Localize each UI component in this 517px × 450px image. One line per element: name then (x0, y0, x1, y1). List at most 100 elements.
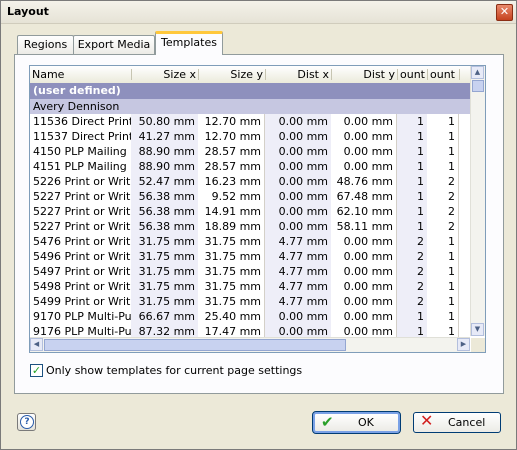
table-row[interactable]: 5226 Print or Write F52.47 mm16.23 mm0.0… (30, 174, 470, 189)
cell-name: 5498 Print or Write C (33, 280, 131, 293)
cell-count-y: 1 (427, 144, 459, 159)
list-header: Name Size x Size y Dist x Dist y ount ou… (30, 66, 470, 84)
cell-count-y: 1 (427, 249, 459, 264)
cell-dist-x: 0.00 mm (265, 144, 331, 159)
list-rows: (user defined) Avery Dennison 11536 Dire… (30, 83, 470, 339)
cell-dist-x: 4.77 mm (265, 234, 331, 249)
cell-count-y: 1 (427, 159, 459, 174)
ok-button[interactable]: ✔ OK (312, 411, 401, 434)
only-current-settings-label[interactable]: Only show templates for current page set… (46, 364, 302, 377)
cell-size-x: 56.38 mm (131, 219, 198, 234)
table-row[interactable]: 5227 Print or Write T56.38 mm18.89 mm0.0… (30, 219, 470, 234)
table-row[interactable]: 5227 Print or Write T56.38 mm9.52 mm0.00… (30, 189, 470, 204)
cell-name: 5496 Print or Write C (33, 250, 131, 263)
column-header-dist-x[interactable]: Dist x (266, 66, 331, 83)
cell-dist-y: 0.00 mm (331, 309, 397, 324)
table-row[interactable]: 5496 Print or Write C31.75 mm31.75 mm4.7… (30, 249, 470, 264)
cell-dist-x: 0.00 mm (265, 309, 331, 324)
check-icon: ✔ (321, 413, 334, 431)
table-row[interactable]: 5499 Print or Write C31.75 mm31.75 mm4.7… (30, 294, 470, 309)
column-header-size-y[interactable]: Size y (199, 66, 265, 83)
help-button[interactable]: ? (17, 413, 36, 431)
close-button[interactable]: ✕ (496, 4, 513, 21)
cell-name: 11537 Direct Print Co (33, 130, 131, 143)
cell-count-x: 1 (397, 204, 427, 219)
cell-count-y: 2 (427, 219, 459, 234)
cell-dist-x: 0.00 mm (265, 174, 331, 189)
group-row-user-defined[interactable]: (user defined) (30, 83, 470, 99)
column-header-size-x[interactable]: Size x (132, 66, 198, 83)
only-current-settings-checkbox[interactable]: ✓ (30, 364, 43, 377)
cell-size-y: 25.40 mm (198, 309, 265, 324)
column-header-count-x[interactable]: ount (398, 66, 428, 83)
tab-label: Templates (161, 36, 217, 49)
column-header-name[interactable]: Name (30, 66, 128, 83)
horizontal-scroll-thumb[interactable] (44, 339, 346, 351)
cell-count-x: 1 (397, 114, 427, 129)
cancel-label: Cancel (448, 416, 486, 429)
scroll-right-button[interactable]: ▶ (457, 338, 470, 351)
table-row[interactable]: 11537 Direct Print Co41.27 mm12.70 mm0.0… (30, 129, 470, 144)
column-header-count-y[interactable]: ount (428, 66, 460, 83)
cell-size-x: 31.75 mm (131, 294, 198, 309)
cell-size-x: 31.75 mm (131, 264, 198, 279)
cell-size-x: 88.90 mm (131, 159, 198, 174)
cell-dist-x: 0.00 mm (265, 129, 331, 144)
vertical-scroll-thumb[interactable] (472, 80, 484, 92)
tab-templates[interactable]: Templates (155, 31, 223, 55)
cell-dist-y: 0.00 mm (331, 279, 397, 294)
cell-count-x: 1 (397, 309, 427, 324)
cell-name: 5227 Print or Write T (33, 220, 131, 233)
cancel-button[interactable]: ✕ Cancel (413, 412, 501, 433)
horizontal-scrollbar[interactable]: ◀ ▶ (30, 337, 470, 352)
table-row[interactable]: 9170 PLP Multi-Purpo66.67 mm25.40 mm0.00… (30, 309, 470, 324)
cell-name: 5226 Print or Write F (33, 175, 131, 188)
table-row[interactable]: 4151 PLP Mailing Lab88.90 mm28.57 mm0.00… (30, 159, 470, 174)
table-row[interactable]: 5497 Print or Write C31.75 mm31.75 mm4.7… (30, 264, 470, 279)
cell-size-y: 31.75 mm (198, 264, 265, 279)
cell-size-y: 28.57 mm (198, 144, 265, 159)
cell-name: 5227 Print or Write T (33, 190, 131, 203)
cell-count-x: 1 (397, 174, 427, 189)
scroll-down-button[interactable]: ▼ (471, 323, 484, 336)
cell-count-y: 1 (427, 309, 459, 324)
cell-dist-x: 4.77 mm (265, 249, 331, 264)
help-icon: ? (20, 415, 34, 429)
tab-regions[interactable]: Regions (17, 35, 74, 54)
cell-count-y: 2 (427, 174, 459, 189)
cell-dist-y: 0.00 mm (331, 249, 397, 264)
column-header-dist-y[interactable]: Dist y (332, 66, 397, 83)
cell-count-y: 1 (427, 264, 459, 279)
tab-label: Export Media (77, 38, 151, 51)
cell-count-y: 1 (427, 129, 459, 144)
title-bar: Layout ✕ (1, 1, 516, 24)
table-row[interactable]: 5476 Print or Write C31.75 mm31.75 mm4.7… (30, 234, 470, 249)
vertical-scrollbar[interactable]: ▲ ▼ (470, 66, 485, 336)
cell-size-y: 9.52 mm (198, 189, 265, 204)
cell-count-y: 1 (427, 279, 459, 294)
cell-size-y: 31.75 mm (198, 249, 265, 264)
table-row[interactable]: 5227 Print or Write T56.38 mm14.91 mm0.0… (30, 204, 470, 219)
cell-count-y: 2 (427, 189, 459, 204)
tab-export-media[interactable]: Export Media (73, 35, 155, 54)
scroll-up-button[interactable]: ▲ (471, 66, 484, 79)
scroll-left-button[interactable]: ◀ (30, 338, 43, 351)
table-row[interactable]: 4150 PLP Mailing Lab88.90 mm28.57 mm0.00… (30, 144, 470, 159)
cell-name: 4150 PLP Mailing Lab (33, 145, 131, 158)
cell-count-x: 1 (397, 189, 427, 204)
window-title: Layout (7, 5, 49, 18)
cell-dist-x: 4.77 mm (265, 264, 331, 279)
cell-size-x: 41.27 mm (131, 129, 198, 144)
table-row[interactable]: 5498 Print or Write C31.75 mm31.75 mm4.7… (30, 279, 470, 294)
cell-dist-y: 0.00 mm (331, 294, 397, 309)
group-row-avery-dennison[interactable]: Avery Dennison (30, 99, 470, 114)
table-row[interactable]: 11536 Direct Print Co50.80 mm12.70 mm0.0… (30, 114, 470, 129)
cell-count-x: 2 (397, 279, 427, 294)
cell-dist-x: 0.00 mm (265, 159, 331, 174)
column-divider[interactable] (459, 69, 460, 80)
templates-list[interactable]: Name Size x Size y Dist x Dist y ount ou… (29, 65, 486, 353)
cell-name: 5497 Print or Write C (33, 265, 131, 278)
cell-size-x: 50.80 mm (131, 114, 198, 129)
cell-dist-y: 0.00 mm (331, 264, 397, 279)
cell-count-x: 1 (397, 159, 427, 174)
